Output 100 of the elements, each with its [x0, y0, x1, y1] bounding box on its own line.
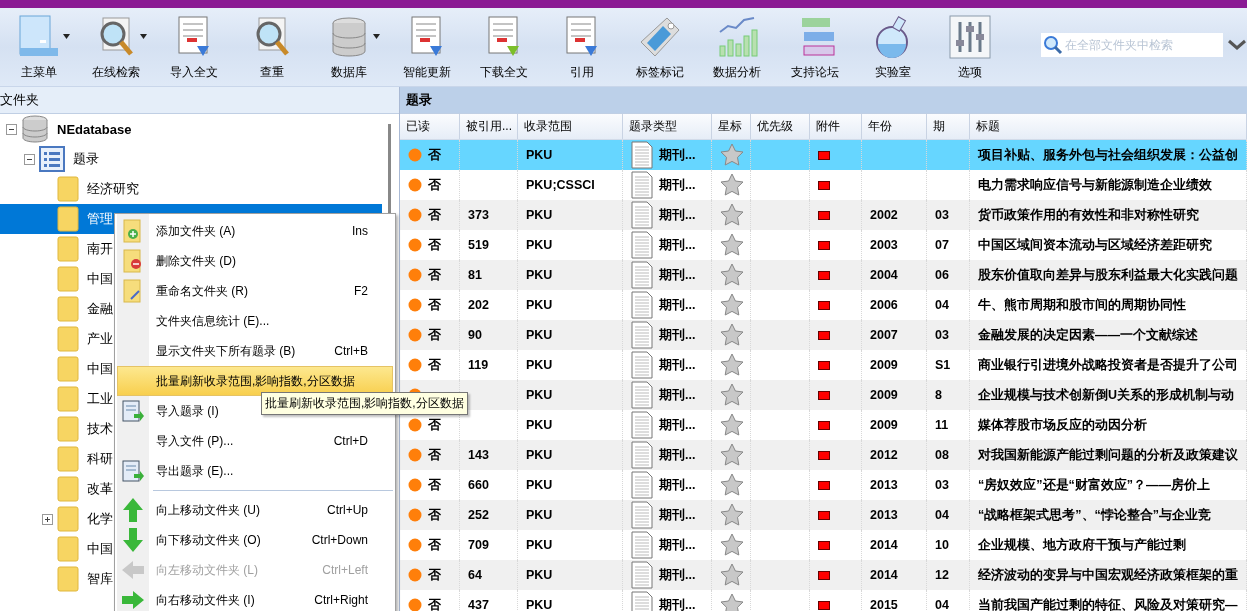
table-cell: 64	[468, 568, 482, 582]
table-cell: 期刊...	[659, 266, 696, 284]
folder-name: 中国	[87, 540, 113, 558]
folder-name: 产业	[87, 330, 113, 348]
table-cell: 519	[468, 238, 489, 252]
table-cell: PKU	[526, 328, 553, 342]
table-cell: 12	[935, 568, 949, 582]
table-cell: 07	[935, 238, 949, 252]
table-cell: 期刊...	[659, 506, 696, 524]
table-cell: PKU	[526, 418, 553, 432]
folder-name: 智库	[87, 570, 113, 588]
table-cell: 否	[428, 206, 441, 224]
table-cell: 2015	[870, 598, 898, 611]
table-cell: PKU	[526, 208, 553, 222]
table-cell: 2009	[870, 418, 898, 432]
table-cell: 否	[428, 596, 441, 611]
table-cell: PKU;CSSCI	[526, 178, 595, 192]
table-cell: 03	[935, 328, 949, 342]
folder-name: 南开	[87, 240, 113, 258]
table-cell: 90	[468, 328, 482, 342]
table-cell: PKU	[526, 388, 553, 402]
table-cell: 期刊...	[659, 416, 696, 434]
table-cell: PKU	[526, 538, 553, 552]
table-cell: 2014	[870, 538, 898, 552]
table-cell: 否	[428, 416, 441, 434]
table-cell: 373	[468, 208, 489, 222]
table-cell: 2012	[870, 448, 898, 462]
folder-name: 科研	[87, 450, 113, 468]
table-cell: PKU	[526, 238, 553, 252]
table-cell: 08	[935, 448, 949, 462]
table-cell: PKU	[526, 598, 553, 611]
folder-name: NEdatabase	[57, 121, 132, 137]
table-cell: 牛、熊市周期和股市间的周期协同性	[978, 296, 1186, 314]
table-cell: 否	[428, 476, 441, 494]
table-cell: PKU	[526, 148, 553, 162]
table-cell: “房奴效应”还是“财富效应”？——房价上	[978, 476, 1210, 494]
table-cell: 10	[935, 538, 949, 552]
table-cell: 2004	[870, 268, 898, 282]
table-cell: 电力需求响应信号与新能源制造企业绩效	[978, 176, 1212, 194]
table-cell: 企业规模、地方政府干预与产能过剩	[978, 536, 1186, 554]
table-cell: PKU	[526, 508, 553, 522]
table-cell: 437	[468, 598, 489, 611]
table-cell: 项目补贴、服务外包与社会组织发展：公益创	[978, 146, 1238, 164]
table-cell: 股东价值取向差异与股东利益最大化实践问题	[978, 266, 1238, 284]
folder-name: 中国	[87, 360, 113, 378]
table-cell: 2009	[870, 388, 898, 402]
table-cell: 06	[935, 268, 949, 282]
table-cell: 03	[935, 478, 949, 492]
table-cell: 119	[468, 358, 489, 372]
table-cell: 660	[468, 478, 489, 492]
table-cell: 03	[935, 208, 949, 222]
folder-name: 技术	[87, 420, 113, 438]
table-cell: 8	[935, 388, 942, 402]
table-cell: 货币政策作用的有效性和非对称性研究	[978, 206, 1199, 224]
table-cell: 2006	[870, 298, 898, 312]
table-cell: 金融发展的决定因素——一个文献综述	[978, 326, 1198, 344]
table-cell: 对我国新能源产能过剩问题的分析及政策建议	[978, 446, 1238, 464]
table-cell: 否	[428, 566, 441, 584]
table-cell: 期刊...	[659, 296, 696, 314]
table-cell: 期刊...	[659, 356, 696, 374]
table-cell: PKU	[526, 268, 553, 282]
table-cell: 2014	[870, 568, 898, 582]
table-cell: 期刊...	[659, 566, 696, 584]
folder-name: 题录	[73, 150, 99, 168]
table-cell: PKU	[526, 568, 553, 582]
table-cell: 中国区域间资本流动与区域经济差距研究	[978, 236, 1212, 254]
table-cell: 否	[428, 176, 441, 194]
table-cell: PKU	[526, 358, 553, 372]
table-cell: 202	[468, 298, 489, 312]
table-cell: 期刊...	[659, 446, 696, 464]
table-cell: PKU	[526, 298, 553, 312]
table-cell: 2007	[870, 328, 898, 342]
table-cell: 04	[935, 298, 949, 312]
table-cell: 04	[935, 508, 949, 522]
table-cell: 企业规模与技术创新倒U关系的形成机制与动	[978, 386, 1235, 404]
table-cell: 当前我国产能过剩的特征、风险及对策研究—	[978, 596, 1238, 611]
folder-name: 中国	[87, 270, 113, 288]
table-cell: 81	[468, 268, 482, 282]
table-cell: 期刊...	[659, 326, 696, 344]
table-cell: 期刊...	[659, 206, 696, 224]
table-cell: 143	[468, 448, 489, 462]
table-cell: 否	[428, 506, 441, 524]
panel-title: 文件夹	[0, 91, 39, 109]
table-cell: 否	[428, 236, 441, 254]
tooltip: 批量刷新收录范围,影响指数,分区数据	[261, 392, 468, 415]
table-cell: 期刊...	[659, 386, 696, 404]
table-cell: PKU	[526, 448, 553, 462]
folder-name: 工业	[87, 390, 113, 408]
panel-title: 题录	[405, 91, 432, 109]
table-cell: 11	[935, 418, 949, 432]
table-cell: 否	[428, 326, 441, 344]
folder-name: 改革	[87, 480, 113, 498]
table-cell: 04	[935, 598, 949, 611]
table-cell: 媒体荐股市场反应的动因分析	[978, 416, 1147, 434]
table-cell: 否	[428, 296, 441, 314]
table-cell: 期刊...	[659, 146, 696, 164]
folder-name: 化学	[87, 510, 113, 528]
folder-name: 管理	[87, 210, 113, 228]
table-cell: 252	[468, 508, 489, 522]
table-cell: 否	[428, 536, 441, 554]
